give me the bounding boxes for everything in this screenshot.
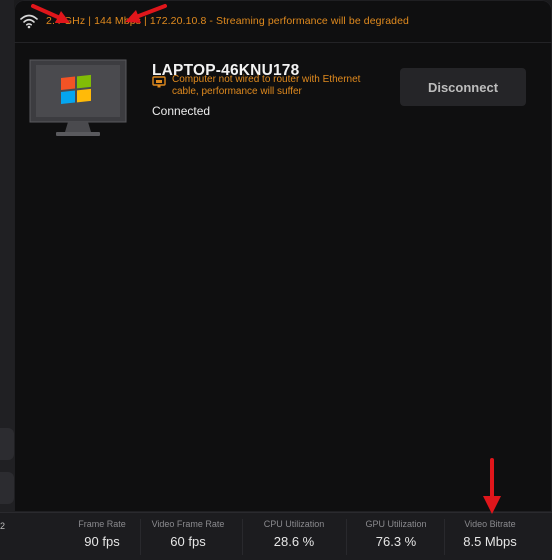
- network-status-text: 2.4 GHz | 144 Mbps | 172.20.10.8 - Strea…: [46, 15, 409, 27]
- stat-value: 28.6 %: [273, 534, 315, 549]
- stat-frame-rate: Frame Rate 90 fps: [68, 519, 136, 549]
- stat-value: 76.3 %: [375, 534, 417, 549]
- stat-divider: [140, 519, 141, 555]
- connection-panel: 2.4 GHz | 144 Mbps | 172.20.10.8 - Strea…: [14, 0, 552, 512]
- left-edge-button-partial[interactable]: [0, 428, 14, 460]
- header-divider: [14, 42, 552, 43]
- stat-label: Video Bitrate: [464, 519, 516, 529]
- stat-divider: [242, 519, 243, 555]
- performance-stats-bar: 2 Frame Rate 90 fps Video Frame Rate 60 …: [0, 512, 552, 560]
- left-edge-button-partial[interactable]: [0, 472, 14, 504]
- disconnect-button[interactable]: Disconnect: [400, 68, 526, 106]
- stat-value: 90 fps: [84, 534, 120, 549]
- network-status-bar: 2.4 GHz | 144 Mbps | 172.20.10.8 - Strea…: [20, 10, 540, 32]
- monitor-windows-icon: [29, 59, 127, 136]
- stat-divider: [444, 519, 445, 555]
- stat-label: Video Frame Rate: [151, 519, 225, 529]
- ethernet-warning-text: Computer not wired to router with Ethern…: [172, 74, 361, 97]
- stat-gpu-utilization: GPU Utilization 76.3 %: [358, 519, 434, 549]
- stat-label: GPU Utilization: [365, 519, 427, 529]
- ethernet-warning-icon: [152, 76, 166, 88]
- ethernet-warning: Computer not wired to router with Ethern…: [152, 74, 382, 98]
- stat-video-frame-rate: Video Frame Rate 60 fps: [150, 519, 226, 549]
- stat-value: 8.5 Mbps: [463, 534, 517, 549]
- host-card: LAPTOP-46KNU178 Computer not wired to ro…: [14, 44, 552, 144]
- stat-video-bitrate: Video Bitrate 8.5 Mbps: [452, 519, 528, 549]
- stat-label: CPU Utilization: [263, 519, 325, 529]
- stat-value: 60 fps: [170, 534, 206, 549]
- stat-cpu-utilization: CPU Utilization 28.6 %: [256, 519, 332, 549]
- streaming-app-window: 2.4 GHz | 144 Mbps | 172.20.10.8 - Strea…: [0, 0, 552, 560]
- connection-status: Connected: [152, 104, 211, 118]
- wifi-icon: [20, 14, 38, 29]
- stat-divider: [346, 519, 347, 555]
- stat-label: Frame Rate: [78, 519, 126, 529]
- stat-value-cut-off: 2: [0, 521, 6, 531]
